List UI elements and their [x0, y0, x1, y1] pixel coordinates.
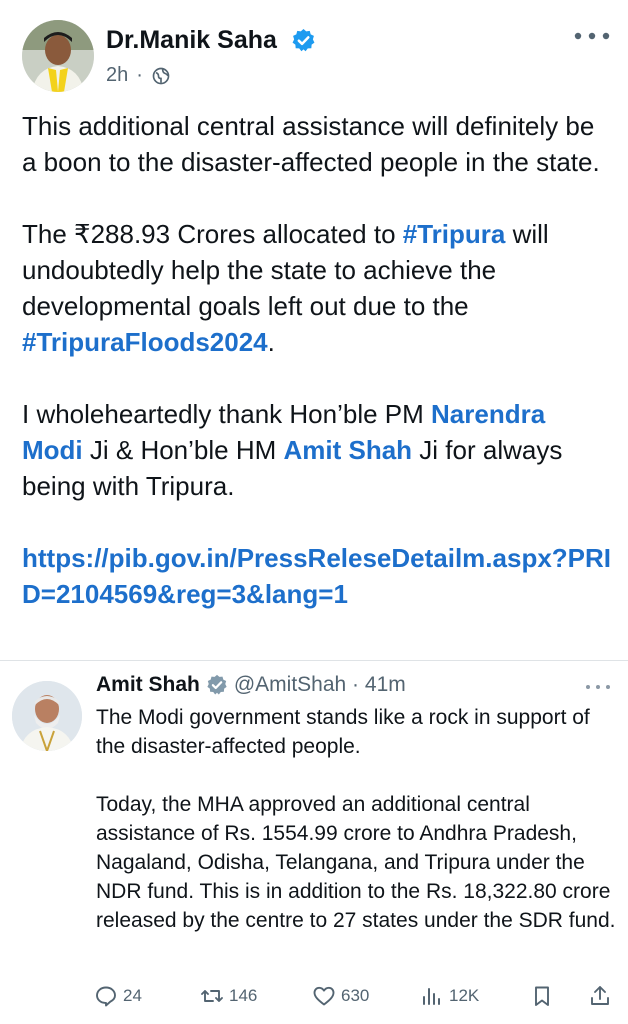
globe-icon — [152, 67, 170, 84]
quoted-body: The Modi government stands like a rock i… — [96, 703, 616, 935]
verified-badge-icon — [292, 29, 315, 52]
views-icon — [423, 988, 440, 1005]
quoted-author-avatar[interactable] — [12, 681, 82, 751]
repost-button[interactable]: 146 — [200, 984, 257, 1008]
more-options-icon[interactable] — [572, 26, 612, 46]
press-release-link[interactable]: https://pib.gov.in/PressReleseDetailm.as… — [22, 543, 611, 609]
post-time[interactable]: 2h — [106, 64, 128, 87]
bookmark-button[interactable] — [530, 984, 559, 1008]
views-button[interactable]: 12K — [420, 984, 479, 1008]
like-button[interactable]: 630 — [312, 984, 369, 1008]
like-count: 630 — [341, 986, 370, 1005]
share-icon — [591, 986, 609, 1005]
quoted-handle[interactable]: @AmitShah — [234, 673, 346, 697]
quoted-time[interactable]: 41m — [365, 673, 406, 697]
post-paragraph: https://pib.gov.in/PressReleseDetailm.as… — [22, 540, 612, 612]
author-avatar[interactable] — [22, 20, 94, 92]
post-paragraph: The ₹288.93 Crores allocated to #Tripura… — [22, 219, 549, 357]
quoted-paragraph: Today, the MHA approved an additional ce… — [96, 793, 616, 932]
gray-verified-badge-icon — [207, 674, 227, 695]
hashtag-tripura-floods[interactable]: #TripuraFloods2024 — [22, 327, 268, 357]
repost-icon — [201, 990, 223, 1002]
repost-count: 146 — [229, 986, 258, 1005]
reply-button[interactable]: 24 — [94, 984, 142, 1008]
view-count: 12K — [449, 986, 480, 1005]
action-bar: 24 146 630 12K — [0, 984, 628, 1014]
quoted-author-name[interactable]: Amit Shah — [96, 673, 200, 697]
hashtag-tripura[interactable]: #Tripura — [403, 219, 506, 249]
post-meta: 2h · — [106, 64, 171, 87]
heart-icon — [313, 986, 335, 1006]
post-paragraph: I wholeheartedly thank Hon’ble PM Narend… — [22, 399, 563, 501]
quoted-header: Amit Shah @AmitShah · 41m — [96, 673, 406, 697]
quoted-more-options-icon[interactable] — [584, 681, 612, 693]
quoted-paragraph: The Modi government stands like a rock i… — [96, 706, 590, 758]
share-button[interactable] — [588, 984, 617, 1008]
bookmark-icon — [535, 986, 549, 1006]
reply-count: 24 — [123, 986, 142, 1005]
reply-icon — [96, 986, 116, 1007]
meta-separator: · — [136, 64, 143, 86]
author-name[interactable]: Dr.Manik Saha — [106, 26, 277, 55]
post-paragraph: This additional central assistance will … — [22, 111, 600, 177]
meta-separator: · — [346, 673, 365, 696]
mention-amit-shah[interactable]: Amit Shah — [284, 435, 413, 465]
post-body: This additional central assistance will … — [22, 108, 612, 612]
quoted-post[interactable]: Amit Shah @AmitShah · 41m The Modi gover… — [0, 660, 628, 1024]
main-post: Dr.Manik Saha 2h · This additional centr… — [0, 0, 628, 660]
